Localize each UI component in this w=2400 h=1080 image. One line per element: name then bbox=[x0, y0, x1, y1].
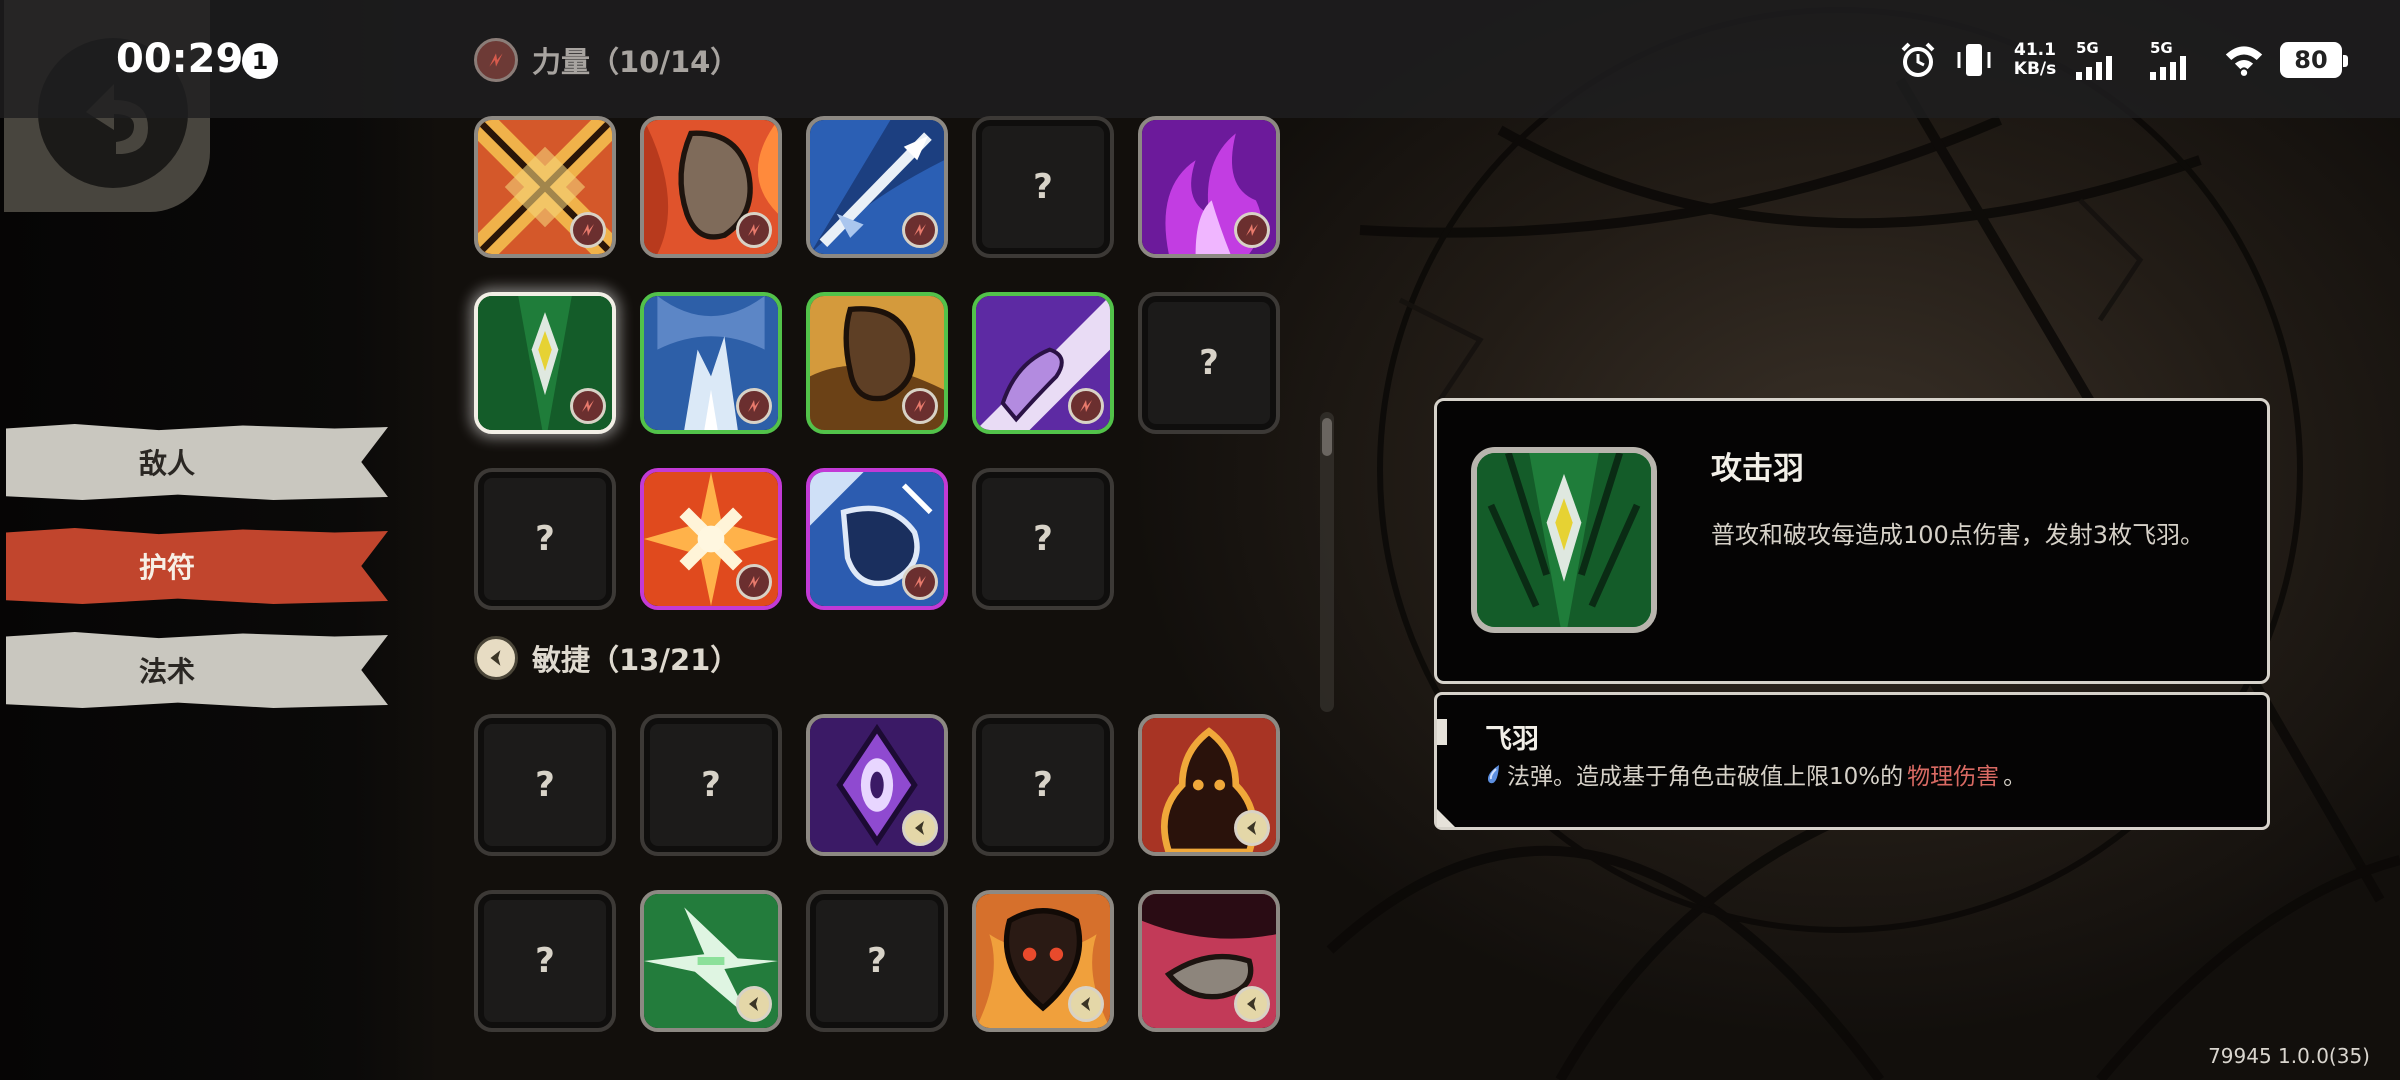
net-speed-unit: KB/s bbox=[2013, 59, 2057, 79]
charm-card[interactable] bbox=[806, 468, 948, 610]
strength-charm-grid: ???? bbox=[474, 116, 1280, 610]
spell-bullet-icon bbox=[1485, 763, 1503, 785]
scrollbar-track[interactable] bbox=[1320, 412, 1334, 712]
unknown-charm-mark: ? bbox=[1033, 519, 1053, 559]
unknown-charm-mark: ? bbox=[701, 765, 721, 805]
unknown-charm-mark: ? bbox=[1033, 167, 1053, 207]
charm-card[interactable] bbox=[972, 292, 1114, 434]
charm-card[interactable] bbox=[1138, 890, 1280, 1032]
effect-description: 法弹。造成基于角色击破值上限10%的 物理伤害。 bbox=[1485, 757, 2026, 791]
unknown-charm-mark: ? bbox=[535, 765, 555, 805]
charm-card[interactable] bbox=[474, 116, 616, 258]
strength-badge-icon bbox=[902, 564, 938, 600]
tab-charm[interactable]: 护符 bbox=[6, 528, 388, 604]
unknown-charm-mark: ? bbox=[1199, 343, 1219, 383]
locked-charm-slot[interactable]: ? bbox=[474, 468, 616, 610]
agility-icon bbox=[474, 636, 518, 680]
locked-charm-slot[interactable]: ? bbox=[972, 468, 1114, 610]
alarm-icon bbox=[1898, 40, 1938, 80]
charm-card[interactable] bbox=[972, 890, 1114, 1032]
strength-badge-icon bbox=[570, 212, 606, 248]
charm-card[interactable] bbox=[1138, 714, 1280, 856]
detail-title: 攻击羽 bbox=[1711, 451, 1804, 487]
signal-1-icon: 5G bbox=[2076, 40, 2134, 80]
locked-charm-slot[interactable]: ? bbox=[806, 890, 948, 1032]
locked-charm-slot[interactable]: ? bbox=[474, 890, 616, 1032]
status-bar: 00:29 1 41.1 KB/s 5G 5G 80 bbox=[0, 0, 2400, 118]
tab-spell[interactable]: 法术 bbox=[6, 632, 388, 708]
charm-card[interactable] bbox=[806, 292, 948, 434]
strength-badge-icon bbox=[1068, 388, 1104, 424]
charm-card[interactable] bbox=[474, 292, 616, 434]
charm-card[interactable] bbox=[806, 116, 948, 258]
unknown-charm-mark: ? bbox=[535, 941, 555, 981]
wifi-icon bbox=[2224, 40, 2264, 80]
locked-charm-slot[interactable]: ? bbox=[972, 714, 1114, 856]
locked-charm-slot[interactable]: ? bbox=[1138, 292, 1280, 434]
game-screen: 00:29 1 41.1 KB/s 5G 5G 80 敌人 护符 法术 力量（1… bbox=[0, 0, 2400, 1080]
locked-charm-slot[interactable]: ? bbox=[474, 714, 616, 856]
charm-card[interactable] bbox=[640, 468, 782, 610]
tab-enemy[interactable]: 敌人 bbox=[6, 424, 388, 500]
detail-description: 普攻和破攻每造成100点伤害，发射3枚飞羽。 bbox=[1711, 521, 2205, 549]
net-speed-value: 41.1 bbox=[2014, 40, 2056, 60]
strength-section-header: 力量（10/14） bbox=[474, 34, 739, 86]
strength-badge-icon bbox=[736, 212, 772, 248]
notification-badge: 1 bbox=[242, 43, 278, 79]
status-icons: 41.1 KB/s 5G 5G 80 bbox=[1898, 34, 2348, 86]
net-speed: 41.1 KB/s bbox=[2010, 41, 2060, 79]
clock: 00:29 bbox=[116, 36, 244, 82]
strength-badge-icon bbox=[736, 388, 772, 424]
charm-card[interactable] bbox=[640, 116, 782, 258]
charm-card[interactable] bbox=[806, 714, 948, 856]
signal-2-label: 5G bbox=[2150, 39, 2173, 57]
effect-text: 法弹。造成基于角色击破值上限10%的 bbox=[1507, 764, 1904, 790]
strength-badge-icon bbox=[902, 212, 938, 248]
charm-card[interactable] bbox=[640, 292, 782, 434]
agility-badge-icon bbox=[736, 986, 772, 1022]
charm-detail-panel: 攻击羽 普攻和破攻每造成100点伤害，发射3枚飞羽。 bbox=[1434, 398, 2270, 684]
vibrate-icon bbox=[1954, 40, 1994, 80]
locked-charm-slot[interactable]: ? bbox=[640, 714, 782, 856]
charm-card[interactable] bbox=[640, 890, 782, 1032]
agility-badge-icon bbox=[1234, 810, 1270, 846]
panel-corner-marker bbox=[1437, 719, 1447, 745]
battery-indicator: 80 bbox=[2280, 42, 2348, 78]
effect-name: 飞羽 bbox=[1485, 724, 1539, 755]
strength-icon bbox=[474, 38, 518, 82]
strength-badge-icon bbox=[736, 564, 772, 600]
effect-keyword-panel: 飞羽 法弹。造成基于角色击破值上限10%的 物理伤害。 bbox=[1434, 692, 2270, 830]
agility-badge-icon bbox=[1068, 986, 1104, 1022]
unknown-charm-mark: ? bbox=[867, 941, 887, 981]
detail-charm-icon bbox=[1471, 447, 1657, 633]
charm-card[interactable] bbox=[1138, 116, 1280, 258]
agility-section-label: 敏捷（13/21） bbox=[532, 643, 740, 677]
strength-badge-icon bbox=[570, 388, 606, 424]
signal-2-icon: 5G bbox=[2150, 40, 2208, 80]
strength-section-label: 力量（10/14） bbox=[532, 45, 740, 79]
version-label: 79945 1.0.0(35) bbox=[2208, 1044, 2370, 1068]
unknown-charm-mark: ? bbox=[1033, 765, 1053, 805]
strength-badge-icon bbox=[1234, 212, 1270, 248]
attack-feather-icon bbox=[1477, 453, 1651, 627]
agility-badge-icon bbox=[902, 810, 938, 846]
effect-text-end: 。 bbox=[2003, 764, 2027, 790]
unknown-charm-mark: ? bbox=[535, 519, 555, 559]
panel-corner-marker bbox=[1437, 809, 1455, 827]
agility-section-header: 敏捷（13/21） bbox=[474, 632, 739, 684]
agility-charm-grid: ????? bbox=[474, 714, 1280, 1032]
scrollbar-thumb[interactable] bbox=[1322, 418, 1332, 456]
signal-1-label: 5G bbox=[2076, 39, 2099, 57]
agility-badge-icon bbox=[1234, 986, 1270, 1022]
strength-badge-icon bbox=[902, 388, 938, 424]
locked-charm-slot[interactable]: ? bbox=[972, 116, 1114, 258]
effect-highlight-text: 物理伤害 bbox=[1907, 764, 2000, 790]
